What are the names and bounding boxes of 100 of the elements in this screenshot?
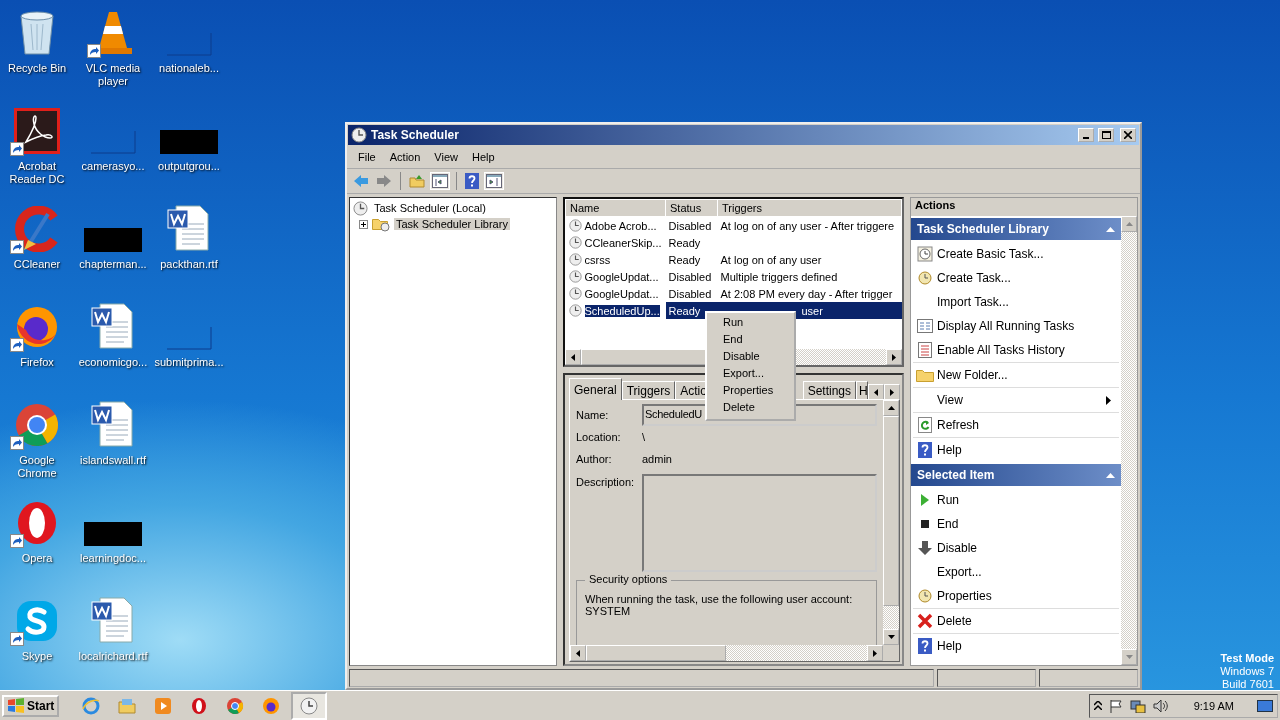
close-button[interactable] <box>1120 128 1136 142</box>
console-tree-button[interactable] <box>430 172 450 190</box>
help-button[interactable] <box>463 171 481 191</box>
tree-item[interactable]: Task Scheduler Library <box>394 218 510 230</box>
menu-item[interactable]: Disable <box>707 349 794 366</box>
tab[interactable]: General <box>569 378 622 400</box>
flag-icon[interactable] <box>1108 698 1123 713</box>
section-header[interactable]: Task Scheduler Library <box>911 218 1121 240</box>
task-name[interactable]: ScheduledUp... <box>584 304 660 317</box>
pane-command[interactable]: Help <box>937 639 1119 653</box>
clock-icon <box>351 127 367 143</box>
recycle-bin-icon <box>17 10 57 56</box>
icon-label[interactable]: Acrobat Reader DC <box>0 160 74 186</box>
table-cell: At log on of any user - After triggere <box>717 216 902 234</box>
column-header[interactable]: Status <box>665 199 718 217</box>
horizontal-scrollbar[interactable] <box>570 645 883 661</box>
tab-scroll-right-button[interactable] <box>884 384 900 400</box>
icon-label[interactable]: nationaleb... <box>152 62 226 75</box>
section-header[interactable]: Selected Item <box>911 464 1121 486</box>
vertical-scrollbar[interactable] <box>1121 216 1137 665</box>
test-mode-text: Build 7601 <box>1221 678 1274 691</box>
pane-command[interactable]: End <box>937 517 1119 531</box>
column-header[interactable]: Name <box>565 199 666 217</box>
maximize-button[interactable] <box>1098 128 1114 142</box>
minimize-button[interactable] <box>1078 128 1094 142</box>
start-button[interactable]: Start <box>2 694 60 717</box>
opera-icon[interactable] <box>191 696 208 715</box>
clock-icon[interactable] <box>300 696 319 715</box>
menu-item[interactable]: Help <box>464 149 502 165</box>
pane-command[interactable]: Properties <box>937 589 1119 603</box>
pane-command[interactable]: Help <box>937 443 1119 457</box>
down-arrow-icon <box>918 541 932 555</box>
right-arrow-icon <box>890 388 894 396</box>
pane-command[interactable]: Disable <box>937 541 1119 555</box>
menu-item[interactable]: End <box>707 332 794 349</box>
task-name[interactable]: csrss <box>584 253 611 266</box>
folder-clock-icon <box>372 216 390 232</box>
icon-label[interactable]: economicgo... <box>76 356 150 369</box>
pane-command[interactable]: Refresh <box>937 418 1119 432</box>
pane-command[interactable]: Export... <box>937 565 1119 579</box>
security-text: When running the task, use the following user account: <box>585 593 854 605</box>
expand-icon[interactable] <box>359 219 368 229</box>
firefox-icon[interactable] <box>262 696 281 715</box>
chrome-icon[interactable] <box>226 696 245 715</box>
collapse-icon[interactable] <box>1106 226 1115 232</box>
folder-icon <box>916 368 934 382</box>
icon-label[interactable]: Firefox <box>0 356 74 369</box>
pane-command[interactable]: Delete <box>937 614 1119 628</box>
icon-label[interactable]: camerasyo... <box>76 160 150 173</box>
task-name[interactable]: GoogleUpdat... <box>584 270 659 283</box>
clock-icon <box>568 270 582 283</box>
icon-label[interactable]: VLC media player <box>76 62 150 88</box>
scroll-left-icon <box>576 649 580 657</box>
delete-icon <box>917 613 933 629</box>
action-pane-button[interactable] <box>484 172 504 190</box>
refresh-icon <box>918 417 932 433</box>
network-icon[interactable] <box>1129 698 1146 713</box>
clock-text[interactable]: 9:19 AM <box>1193 699 1234 712</box>
menu-item[interactable]: Export... <box>707 366 794 383</box>
icon-label[interactable]: Recycle Bin <box>0 62 74 75</box>
collapse-icon[interactable] <box>1106 472 1115 478</box>
table-cell: At 2:08 PM every day - After trigger <box>717 285 902 302</box>
speaker-icon[interactable] <box>1152 698 1169 713</box>
menu-item[interactable]: Delete <box>707 400 794 417</box>
clock-icon <box>568 304 582 317</box>
pane-command[interactable]: Run <box>937 493 1119 507</box>
field-value: \ <box>642 431 647 443</box>
pane-command[interactable]: Enable All Tasks History <box>937 343 1119 357</box>
table-cell-text: Ready <box>667 235 702 251</box>
task-name[interactable]: CCleanerSkip... <box>584 236 662 249</box>
icon-label[interactable]: chapterman... <box>76 258 150 271</box>
tree-item[interactable]: Task Scheduler (Local) <box>372 202 488 214</box>
description-field[interactable] <box>642 474 877 572</box>
submenu-arrow-icon <box>1106 395 1111 405</box>
menu-item[interactable]: Action <box>382 149 428 165</box>
pane-command[interactable]: Display All Running Tasks <box>937 319 1119 333</box>
icon-label[interactable]: outputgrou... <box>152 160 226 173</box>
pane-command[interactable]: Create Task... <box>937 271 1119 285</box>
vertical-scrollbar[interactable] <box>883 400 899 645</box>
icon-label[interactable]: Google Chrome <box>0 454 74 480</box>
clock-icon <box>353 200 368 216</box>
icon-label[interactable]: CCleaner <box>0 258 74 271</box>
skype-icon <box>14 598 60 644</box>
chevron-icon[interactable] <box>1093 701 1102 710</box>
icon-label[interactable]: submitprima... <box>152 356 226 369</box>
task-name[interactable]: Adobe Acrob... <box>584 219 657 232</box>
scroll-up-icon <box>1125 222 1133 226</box>
pane-command[interactable]: View <box>937 393 1106 407</box>
pane-command[interactable]: New Folder... <box>937 368 1119 382</box>
history-list-icon <box>918 342 932 358</box>
column-header[interactable]: Triggers <box>717 199 902 217</box>
menu-item[interactable]: View <box>427 149 465 165</box>
test-mode-text: Windows 7 <box>1220 665 1274 678</box>
tab-scroll-left-button[interactable] <box>868 384 884 400</box>
pane-command[interactable]: Create Basic Task... <box>937 247 1119 261</box>
pane-command[interactable]: Import Task... <box>937 295 1119 309</box>
show-desktop-icon[interactable] <box>1257 698 1273 713</box>
icon-label[interactable]: packthan.rtf <box>152 258 226 271</box>
menu-item[interactable]: File <box>351 149 383 165</box>
task-name[interactable]: GoogleUpdat... <box>584 287 659 300</box>
